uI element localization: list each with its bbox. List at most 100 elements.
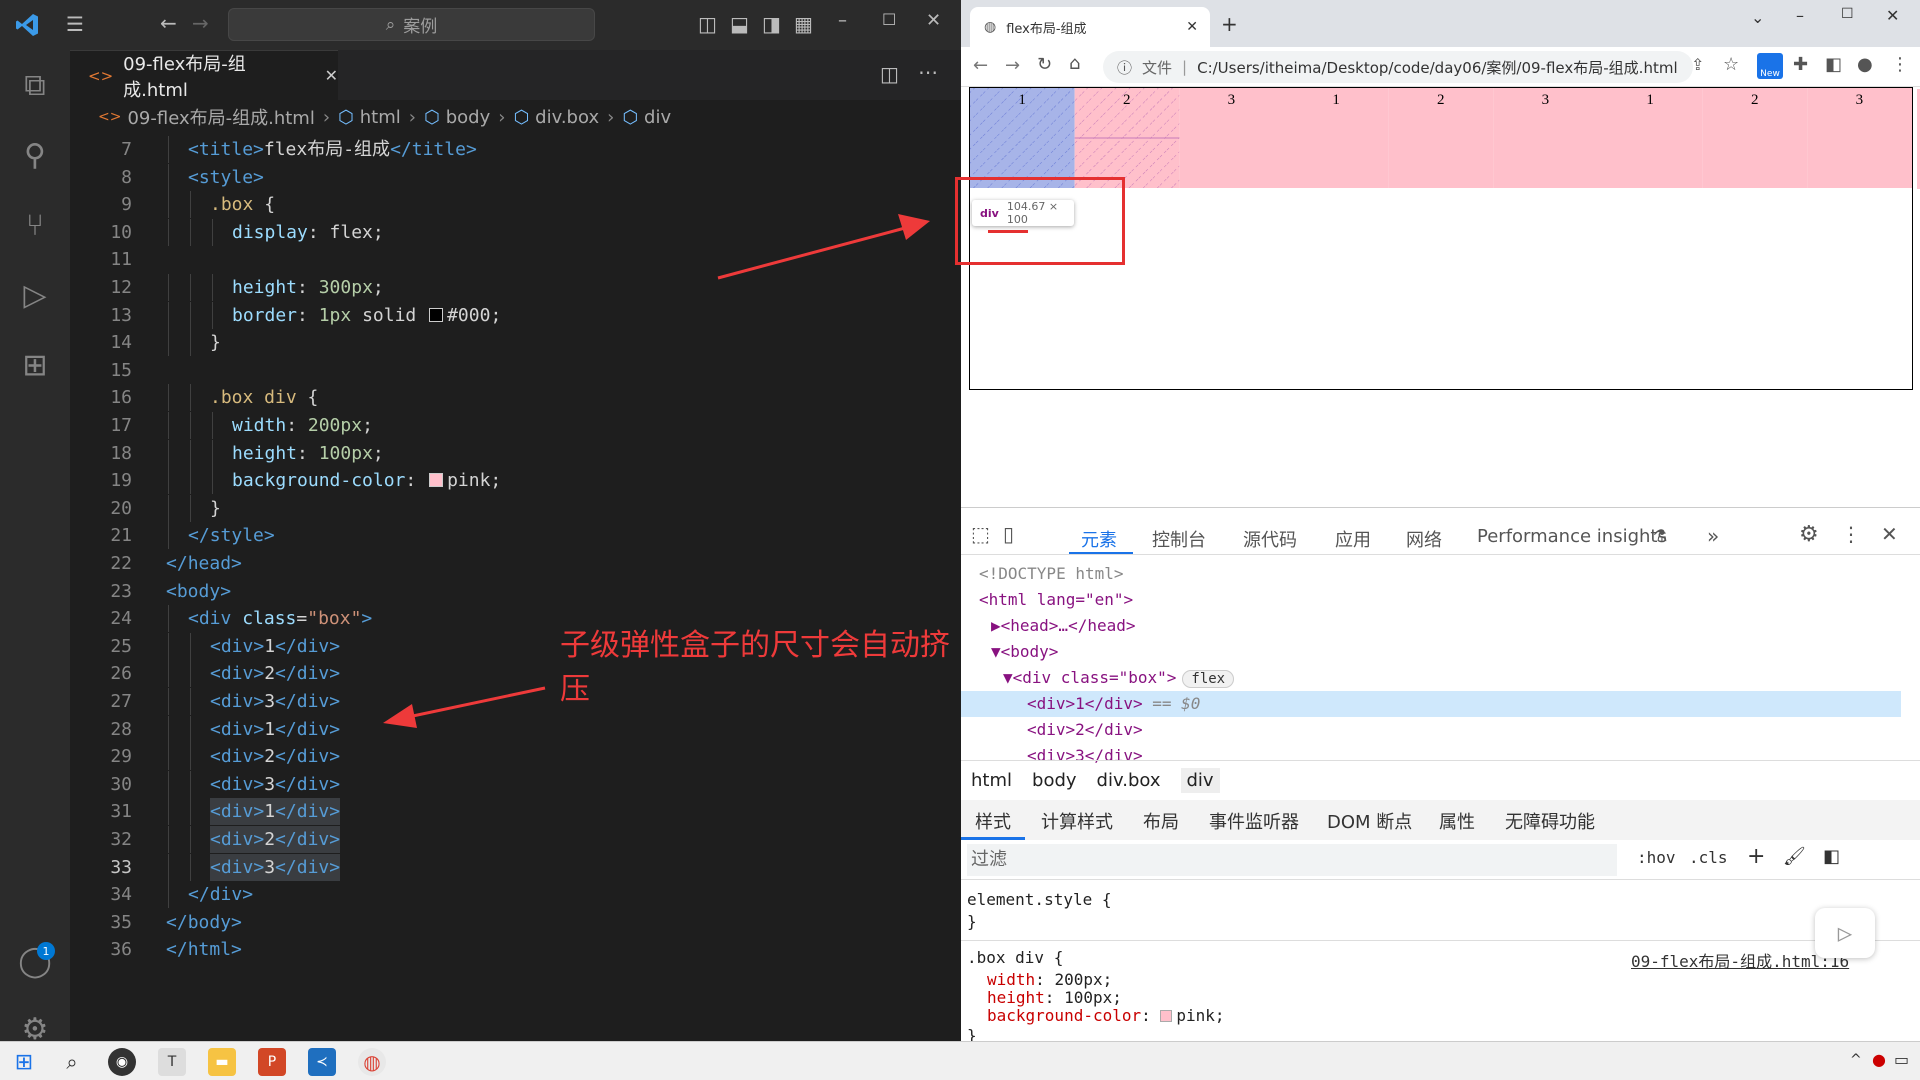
close-icon[interactable]: ✕ bbox=[1886, 6, 1899, 25]
subtab-properties[interactable]: 属性 bbox=[1439, 808, 1475, 834]
crumb-div[interactable]: div bbox=[1180, 768, 1220, 793]
selected-node-marker: == $0 bbox=[1142, 694, 1201, 713]
element-style-selector[interactable]: element.style { bbox=[967, 890, 1112, 909]
app-icon-typora[interactable]: T bbox=[158, 1048, 186, 1076]
arrow-head-to-code bbox=[383, 704, 417, 728]
subtab-accessibility[interactable]: 无障碍功能 bbox=[1505, 808, 1595, 834]
flex-item-label: 3 bbox=[1228, 92, 1236, 108]
browser-tab-title: flex布局-组成 bbox=[1006, 21, 1087, 37]
divider bbox=[961, 940, 1920, 941]
minimize-icon[interactable]: – bbox=[1796, 6, 1804, 25]
dom-node[interactable]: ▶<head>…</head> bbox=[961, 613, 1901, 639]
flex-item-label: 2 bbox=[1437, 92, 1445, 108]
forward-arrow-icon[interactable]: → bbox=[1005, 55, 1020, 76]
dom-node[interactable]: ▼<body> bbox=[961, 639, 1901, 665]
powerpoint-icon[interactable]: P bbox=[258, 1048, 286, 1076]
annotation-red-frame bbox=[955, 177, 1125, 265]
styles-filter-row: 过滤 :hov .cls + 🖌 ◧ bbox=[961, 840, 1920, 880]
subtab-styles[interactable]: 样式 bbox=[975, 808, 1011, 834]
crumb-body[interactable]: body bbox=[1032, 770, 1077, 791]
taskbar: ⊞ ⌕ ◉ T ▬ P ≺ ◍ ^ ● ▭ bbox=[0, 1041, 1920, 1080]
subtab-dom-breakpoints[interactable]: DOM 断点 bbox=[1327, 808, 1412, 834]
vscode-taskbar-icon[interactable]: ≺ bbox=[308, 1048, 336, 1076]
crumb-html[interactable]: html bbox=[971, 770, 1012, 791]
inspect-element-icon[interactable]: ⬚ bbox=[971, 522, 990, 546]
play-overlay-icon[interactable]: ▷ bbox=[1815, 908, 1875, 958]
tray-chevron-icon[interactable]: ^ bbox=[1850, 1052, 1862, 1068]
profile-avatar[interactable]: ● bbox=[1857, 54, 1873, 75]
toggle-sidebar-icon[interactable]: ◧ bbox=[1823, 846, 1840, 867]
flex-badge[interactable]: flex bbox=[1182, 670, 1235, 688]
browser-toolbar: ← → ↻ ⌂ ⓘ 文件 | C:/Users/itheima/Desktop/… bbox=[961, 47, 1920, 87]
file-explorer-icon[interactable]: ▬ bbox=[208, 1048, 236, 1076]
device-toolbar-icon[interactable]: ▯ bbox=[1003, 522, 1014, 546]
url-scheme-label: 文件 bbox=[1142, 58, 1173, 77]
filter-input[interactable]: 过滤 bbox=[967, 844, 1617, 876]
flex-item-label: 2 bbox=[1751, 92, 1759, 108]
dom-node[interactable]: <div>1</div> == $0 bbox=[961, 691, 1901, 717]
bookmark-star-icon[interactable]: ☆ bbox=[1723, 54, 1739, 75]
subtab-layout[interactable]: 布局 bbox=[1143, 808, 1179, 834]
home-icon[interactable]: ⌂ bbox=[1069, 53, 1080, 74]
tab-close-icon[interactable]: ✕ bbox=[1186, 19, 1198, 35]
side-panel-icon[interactable]: ◧ bbox=[1825, 54, 1842, 75]
paint-brush-icon[interactable]: 🖌 bbox=[1783, 846, 1806, 867]
css-property[interactable]: background-color: pink; bbox=[987, 1006, 1225, 1025]
dom-node[interactable]: <!DOCTYPE html> bbox=[961, 561, 1901, 587]
crumb-div-box[interactable]: div.box bbox=[1097, 770, 1161, 791]
flex-item-label: 1 bbox=[1332, 92, 1340, 108]
tray-message-icon[interactable]: ▭ bbox=[1894, 1050, 1909, 1069]
arrow-line-to-code bbox=[407, 686, 546, 719]
arrow-head-to-browser bbox=[898, 214, 930, 240]
extensions-puzzle-icon[interactable]: ✚ bbox=[1793, 54, 1808, 75]
arrow-line-to-browser bbox=[717, 226, 906, 280]
page-viewport: 123123123 div 104.67 × 100 bbox=[955, 87, 1920, 507]
tab-sources[interactable]: 源代码 bbox=[1243, 526, 1297, 552]
tab-performance-insights[interactable]: Performance insights bbox=[1477, 526, 1667, 547]
new-rule-plus-icon[interactable]: + bbox=[1747, 844, 1765, 869]
new-extension-badge[interactable]: New bbox=[1757, 53, 1783, 79]
settings-gear-icon[interactable]: ⚙ bbox=[1799, 522, 1819, 547]
tab-search-icon[interactable]: ⌄ bbox=[1751, 8, 1764, 27]
maximize-icon[interactable]: ☐ bbox=[1841, 6, 1854, 22]
dom-tree[interactable]: <!DOCTYPE html> <html lang="en"> ▶<head>…<… bbox=[961, 555, 1920, 765]
dom-node[interactable]: <html lang="en"> bbox=[961, 587, 1901, 613]
css-property[interactable]: width: 200px; bbox=[987, 970, 1112, 989]
back-arrow-icon[interactable]: ← bbox=[973, 55, 988, 76]
vscode-window: ☰ ← → ⌕ 案例 ◫ ⬓ ◨ ▦ – ☐ ✕ ⧉ ⚲ ⑂ ▷ ⊞ ◯ 1 ⚙… bbox=[0, 0, 961, 1047]
dom-node[interactable]: ▼<div class="box"> flex bbox=[961, 665, 1901, 691]
css-property[interactable]: height: 100px; bbox=[987, 988, 1122, 1007]
color-swatch[interactable] bbox=[1160, 1010, 1173, 1022]
chrome-icon[interactable]: ◍ bbox=[358, 1048, 386, 1076]
annotation-arrows bbox=[383, 214, 930, 728]
address-bar[interactable]: ⓘ 文件 | C:/Users/itheima/Desktop/code/day… bbox=[1103, 51, 1693, 83]
devtools-menu-icon[interactable]: ⋮ bbox=[1841, 522, 1861, 546]
subtab-event-listeners[interactable]: 事件监听器 bbox=[1209, 808, 1299, 834]
tray-app-icon[interactable]: ● bbox=[1872, 1050, 1886, 1069]
url-divider: | bbox=[1182, 58, 1188, 76]
annotation-text: 子级弹性盒子的尺寸会自动挤压 bbox=[560, 628, 950, 707]
search-icon[interactable]: ⌕ bbox=[58, 1048, 86, 1076]
share-icon[interactable]: ⇪ bbox=[1691, 55, 1704, 74]
start-windows-icon[interactable]: ⊞ bbox=[10, 1048, 38, 1076]
screen: ☰ ← → ⌕ 案例 ◫ ⬓ ◨ ▦ – ☐ ✕ ⧉ ⚲ ⑂ ▷ ⊞ ◯ 1 ⚙… bbox=[0, 0, 1920, 1080]
flex-items-group: 1 2 3 1 2 3 1 2 3 bbox=[970, 88, 1912, 188]
rule-selector[interactable]: .box div { bbox=[967, 948, 1063, 967]
tab-console[interactable]: 控制台 bbox=[1152, 526, 1206, 552]
hov-toggle[interactable]: :hov bbox=[1637, 848, 1676, 867]
dom-node[interactable]: <div>2</div> bbox=[961, 717, 1901, 743]
browser-menu-icon[interactable]: ⋮ bbox=[1891, 54, 1909, 75]
browser-tab[interactable]: ◍ flex布局-组成 ✕ bbox=[970, 7, 1210, 47]
reload-icon[interactable]: ↻ bbox=[1037, 54, 1052, 75]
tab-application[interactable]: 应用 bbox=[1335, 526, 1371, 552]
more-tabs-icon[interactable]: » bbox=[1707, 524, 1719, 548]
globe-icon: ◍ bbox=[984, 19, 997, 35]
browser-tab-bar: ◍ flex布局-组成 ✕ + ⌄ – ☐ ✕ bbox=[961, 0, 1920, 47]
new-tab-icon[interactable]: + bbox=[1221, 12, 1238, 36]
app-icon-dark[interactable]: ◉ bbox=[108, 1048, 136, 1076]
tab-elements[interactable]: 元素 bbox=[1081, 526, 1117, 552]
subtab-computed[interactable]: 计算样式 bbox=[1041, 808, 1113, 834]
cls-toggle[interactable]: .cls bbox=[1689, 848, 1728, 867]
devtools-close-icon[interactable]: ✕ bbox=[1881, 522, 1898, 546]
tab-network[interactable]: 网络 bbox=[1406, 526, 1442, 552]
